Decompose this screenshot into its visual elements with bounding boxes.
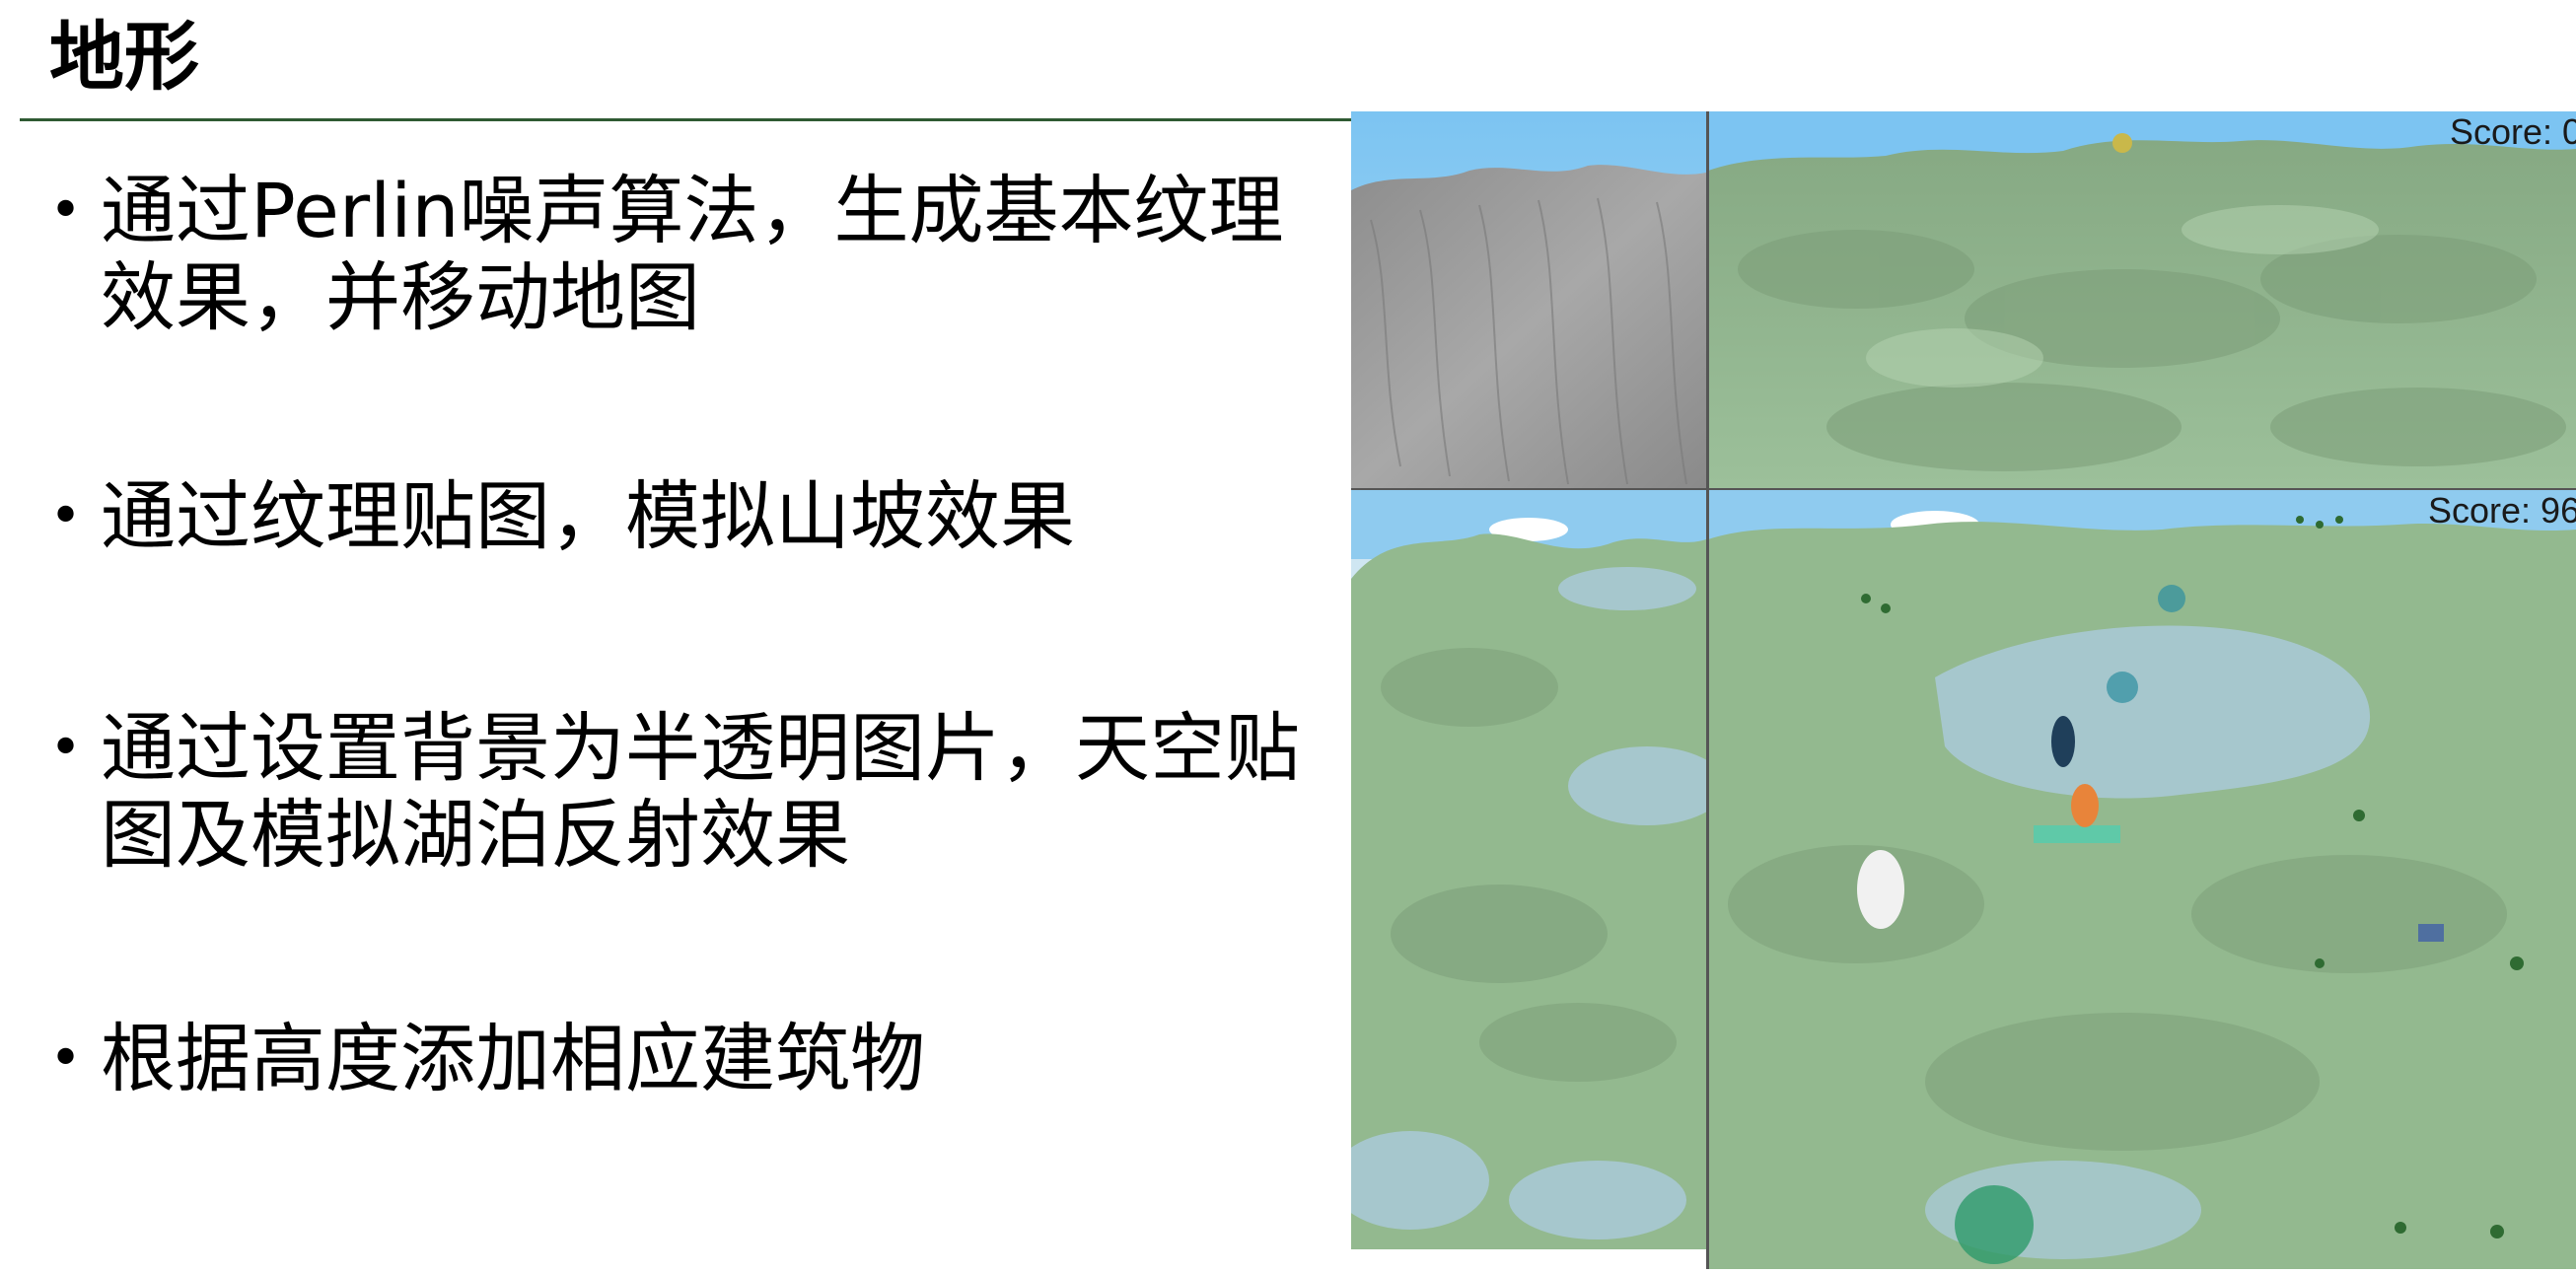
- bullet-marker: •: [49, 716, 83, 780]
- bullet-marker: •: [49, 178, 83, 243]
- bullet-item: • 通过设置背景为半透明图片，天空贴图及模拟湖泊反射效果: [49, 705, 1333, 879]
- screenshot-divider-vertical: [1706, 111, 1709, 1269]
- bullet-item: • 通过纹理贴图，模拟山坡效果: [49, 473, 1324, 560]
- bullet-marker: •: [49, 484, 83, 548]
- bullet-marker: •: [49, 1026, 83, 1091]
- bullet-text: 通过设置背景为半透明图片，天空贴图及模拟湖泊反射效果: [101, 704, 1300, 879]
- score-label: Score: 96: [2428, 490, 2576, 531]
- bullet-text: 根据高度添加相应建筑物: [101, 1015, 925, 1102]
- bullet-text: 通过Perlin噪声算法，生成基本纹理效果，并移动地图: [101, 167, 1284, 341]
- screenshot-divider-horizontal: [1351, 488, 2576, 490]
- game-scene-screenshot: Score: 96: [1708, 490, 2576, 1269]
- score-label: Score: 0: [2450, 111, 2576, 152]
- bullet-item: • 通过Perlin噪声算法，生成基本纹理效果，并移动地图: [49, 168, 1284, 341]
- perlin-noise-terrain-image: [1351, 111, 1706, 488]
- bullet-item: • 根据高度添加相应建筑物: [49, 1016, 1324, 1102]
- textured-terrain-screenshot: Score: 0: [1708, 111, 2576, 488]
- slide-title: 地形: [49, 13, 199, 101]
- sky-lake-terrain-screenshot: [1351, 490, 1706, 1249]
- title-divider: [20, 118, 1361, 121]
- bullet-text: 通过纹理贴图，模拟山坡效果: [101, 472, 1075, 560]
